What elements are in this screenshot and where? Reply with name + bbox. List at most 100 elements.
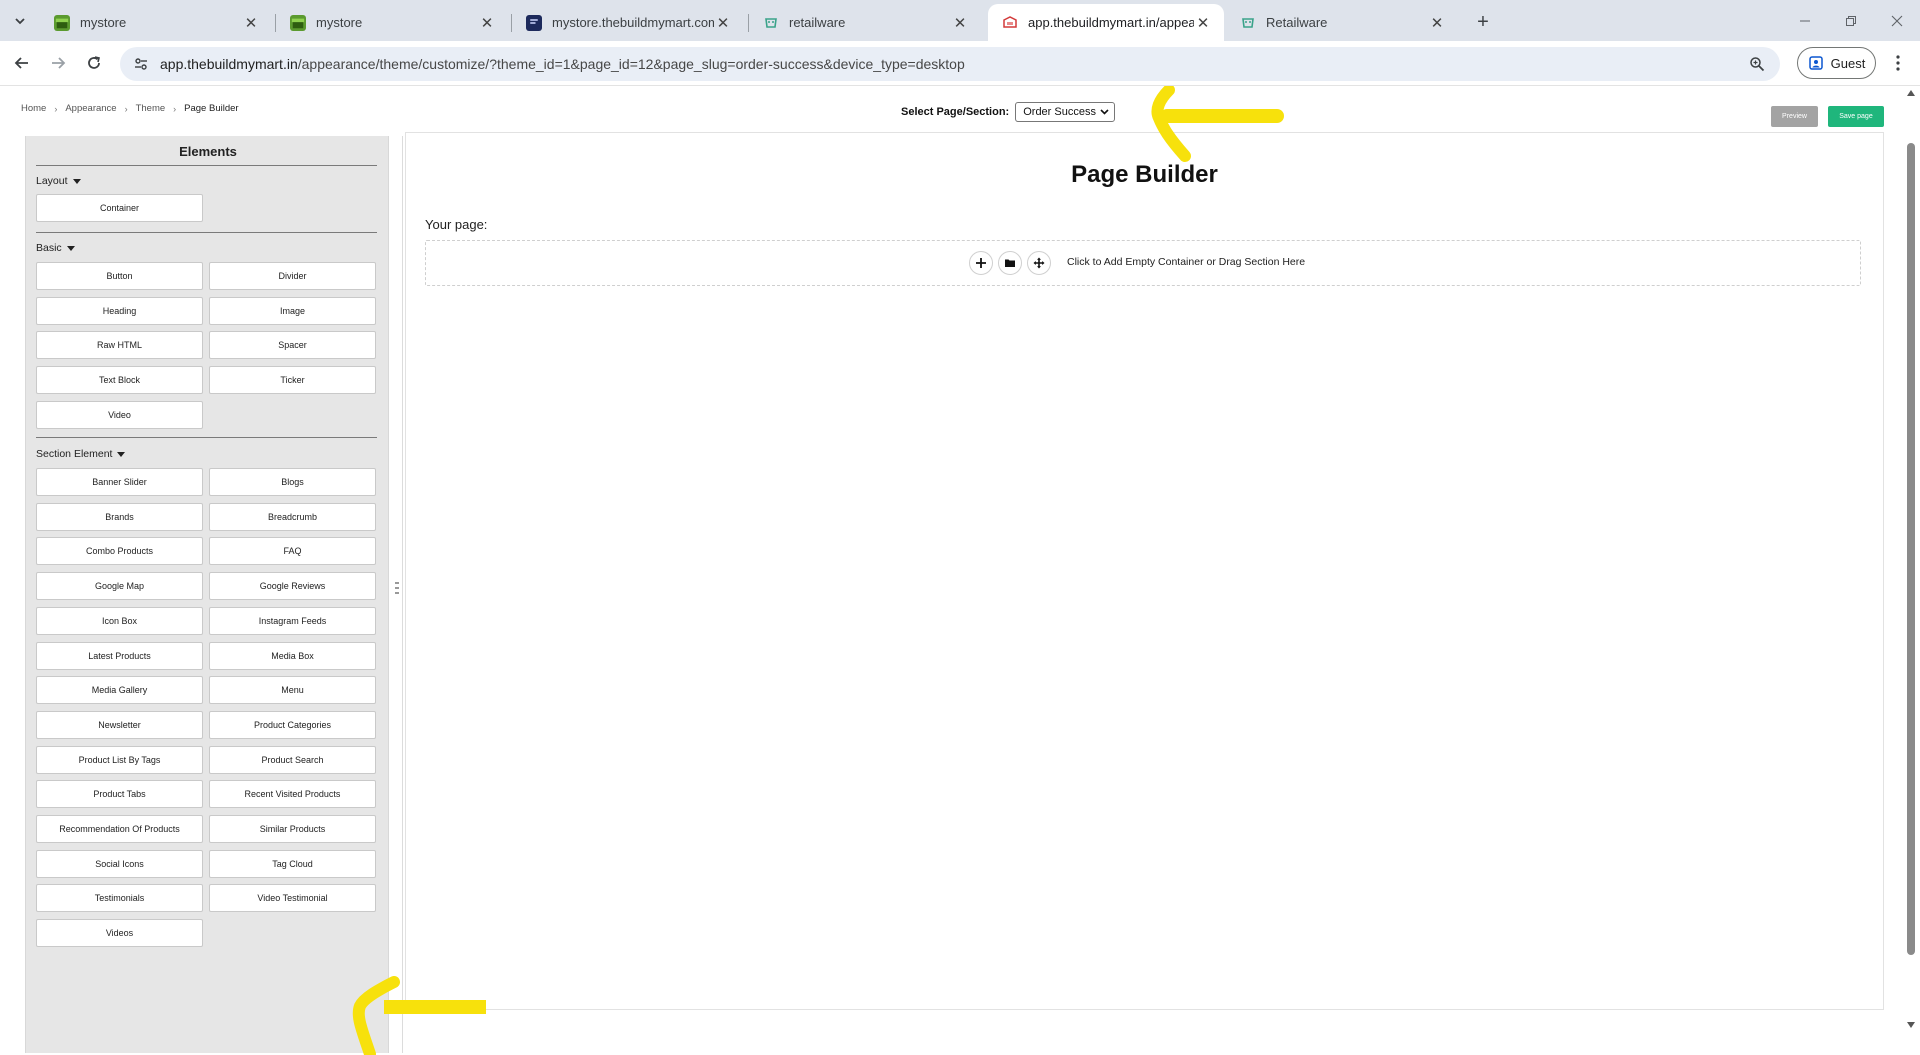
breadcrumb-appearance[interactable]: Appearance — [65, 103, 116, 114]
chevron-right-icon: › — [173, 103, 177, 114]
element-button-button[interactable]: Button — [36, 262, 203, 290]
page-scrollbar[interactable] — [1907, 143, 1915, 955]
reload-icon[interactable] — [79, 48, 109, 78]
minimize-icon[interactable] — [1782, 0, 1828, 41]
element-raw-html-button[interactable]: Raw HTML — [36, 331, 203, 360]
address-bar[interactable]: app.thebuildmymart.in/appearance/theme/c… — [120, 47, 1780, 81]
close-icon[interactable]: ✕ — [242, 14, 260, 32]
breadcrumb-home[interactable]: Home — [21, 103, 46, 114]
close-icon[interactable]: ✕ — [714, 14, 732, 32]
close-icon[interactable]: ✕ — [1194, 14, 1212, 32]
element-banner-slider-button[interactable]: Banner Slider — [36, 468, 203, 496]
window-close-icon[interactable] — [1874, 0, 1920, 41]
element-media-box-button[interactable]: Media Box — [209, 641, 376, 670]
breadcrumb-page-builder: Page Builder — [184, 103, 239, 114]
element-divider-button[interactable]: Divider — [209, 262, 376, 290]
folder-icon[interactable] — [998, 251, 1022, 275]
move-icon[interactable] — [1027, 251, 1051, 275]
element-video-testimonial-button[interactable]: Video Testimonial — [209, 884, 376, 913]
element-latest-products-button[interactable]: Latest Products — [36, 641, 203, 670]
element-videos-button[interactable]: Videos — [36, 919, 203, 948]
canvas-title: Page Builder — [1071, 161, 1218, 188]
close-icon[interactable]: ✕ — [951, 14, 969, 32]
tab-search-icon[interactable] — [8, 9, 32, 33]
element-blogs-button[interactable]: Blogs — [209, 468, 376, 496]
element-icon-box-button[interactable]: Icon Box — [36, 606, 203, 635]
more-menu-icon[interactable] — [1886, 51, 1910, 75]
browser-tab-1[interactable]: mystore ✕ — [40, 4, 272, 41]
browser-tabstrip: mystore ✕ mystore ✕ mystore.thebuildmyma… — [0, 0, 1920, 41]
buildmymart-icon — [1002, 15, 1018, 31]
browser-tab-2[interactable]: mystore ✕ — [276, 4, 508, 41]
browser-tab-4[interactable]: retailware ✕ — [749, 4, 981, 41]
profile-guest-button[interactable]: Guest — [1797, 47, 1876, 79]
group-section-toggle[interactable]: Section Element — [36, 448, 126, 460]
store-green-icon — [290, 14, 306, 31]
element-text-block-button[interactable]: Text Block — [36, 366, 203, 395]
back-arrow-icon[interactable] — [7, 48, 37, 78]
breadcrumb-theme[interactable]: Theme — [136, 103, 166, 114]
profile-label: Guest — [1830, 55, 1866, 71]
sidebar-divider — [36, 437, 377, 438]
zoom-icon[interactable] — [1746, 53, 1768, 75]
element-heading-button[interactable]: Heading — [36, 296, 203, 325]
element-recent-visited-products-button[interactable]: Recent Visited Products — [209, 780, 376, 809]
group-basic-toggle[interactable]: Basic — [36, 242, 75, 254]
element-menu-button[interactable]: Menu — [209, 676, 376, 705]
element-tag-cloud-button[interactable]: Tag Cloud — [209, 849, 376, 878]
page-content: Home › Appearance › Theme › Page Builder… — [0, 87, 1920, 1055]
element-product-tabs-button[interactable]: Product Tabs — [36, 780, 203, 809]
tab-label: app.thebuildmymart.in/appeara — [1028, 15, 1194, 30]
new-tab-plus-icon[interactable]: + — [1470, 9, 1496, 35]
profile-icon — [1808, 56, 1823, 70]
element-faq-button[interactable]: FAQ — [209, 537, 376, 566]
element-breadcrumb-button[interactable]: Breadcrumb — [209, 502, 376, 531]
element-spacer-button[interactable]: Spacer — [209, 331, 376, 360]
caret-down-icon — [66, 245, 75, 251]
panel-divider — [402, 136, 403, 1053]
section-dropzone[interactable]: Click to Add Empty Container or Drag Sec… — [425, 240, 1861, 286]
element-product-categories-button[interactable]: Product Categories — [209, 710, 376, 739]
close-icon[interactable]: ✕ — [478, 14, 496, 32]
element-media-gallery-button[interactable]: Media Gallery — [36, 676, 203, 705]
site-settings-icon[interactable] — [126, 49, 156, 79]
selector-label: Select Page/Section: — [901, 106, 1010, 118]
chevron-right-icon: › — [54, 103, 58, 114]
tab-label: mystore — [316, 15, 363, 30]
sidebar-title: Elements — [179, 144, 237, 159]
browser-tab-active[interactable]: app.thebuildmymart.in/appeara ✕ — [988, 4, 1224, 41]
element-recommendation-of-products-button[interactable]: Recommendation Of Products — [36, 815, 203, 843]
restore-icon[interactable] — [1828, 0, 1874, 41]
browser-tab-6[interactable]: Retailware ✕ — [1226, 4, 1458, 41]
element-product-search-button[interactable]: Product Search — [209, 745, 376, 774]
caret-down-icon — [72, 178, 81, 184]
element-similar-products-button[interactable]: Similar Products — [209, 815, 376, 843]
group-layout-toggle[interactable]: Layout — [36, 175, 81, 187]
element-google-map-button[interactable]: Google Map — [36, 572, 203, 601]
forward-arrow-icon[interactable] — [43, 48, 73, 78]
element-container-button[interactable]: Container — [36, 194, 203, 222]
preview-button[interactable]: Preview — [1771, 106, 1818, 127]
close-icon[interactable]: ✕ — [1428, 14, 1446, 32]
element-newsletter-button[interactable]: Newsletter — [36, 710, 203, 739]
dropzone-text[interactable]: Click to Add Empty Container or Drag Sec… — [1067, 256, 1305, 268]
element-ticker-button[interactable]: Ticker — [209, 366, 376, 395]
resize-handle[interactable] — [395, 582, 399, 594]
element-testimonials-button[interactable]: Testimonials — [36, 884, 203, 913]
element-image-button[interactable]: Image — [209, 296, 376, 325]
element-product-list-by-tags-button[interactable]: Product List By Tags — [36, 745, 203, 774]
element-combo-products-button[interactable]: Combo Products — [36, 537, 203, 566]
save-page-button[interactable]: Save page — [1828, 106, 1884, 127]
element-google-reviews-button[interactable]: Google Reviews — [209, 572, 376, 601]
element-social-icons-button[interactable]: Social Icons — [36, 849, 203, 878]
scroll-down-arrow-icon[interactable] — [1907, 1022, 1915, 1028]
chevron-down-icon — [1100, 109, 1109, 115]
element-instagram-feeds-button[interactable]: Instagram Feeds — [209, 606, 376, 635]
page-select[interactable]: Order Success — [1015, 102, 1116, 122]
element-video-button[interactable]: Video — [36, 400, 203, 429]
element-brands-button[interactable]: Brands — [36, 502, 203, 531]
browser-tab-3[interactable]: mystore.thebuildmymart.com ✕ — [512, 4, 744, 41]
plus-icon[interactable] — [969, 251, 993, 275]
retailware-icon — [763, 15, 779, 31]
scroll-up-arrow-icon[interactable] — [1907, 90, 1915, 96]
